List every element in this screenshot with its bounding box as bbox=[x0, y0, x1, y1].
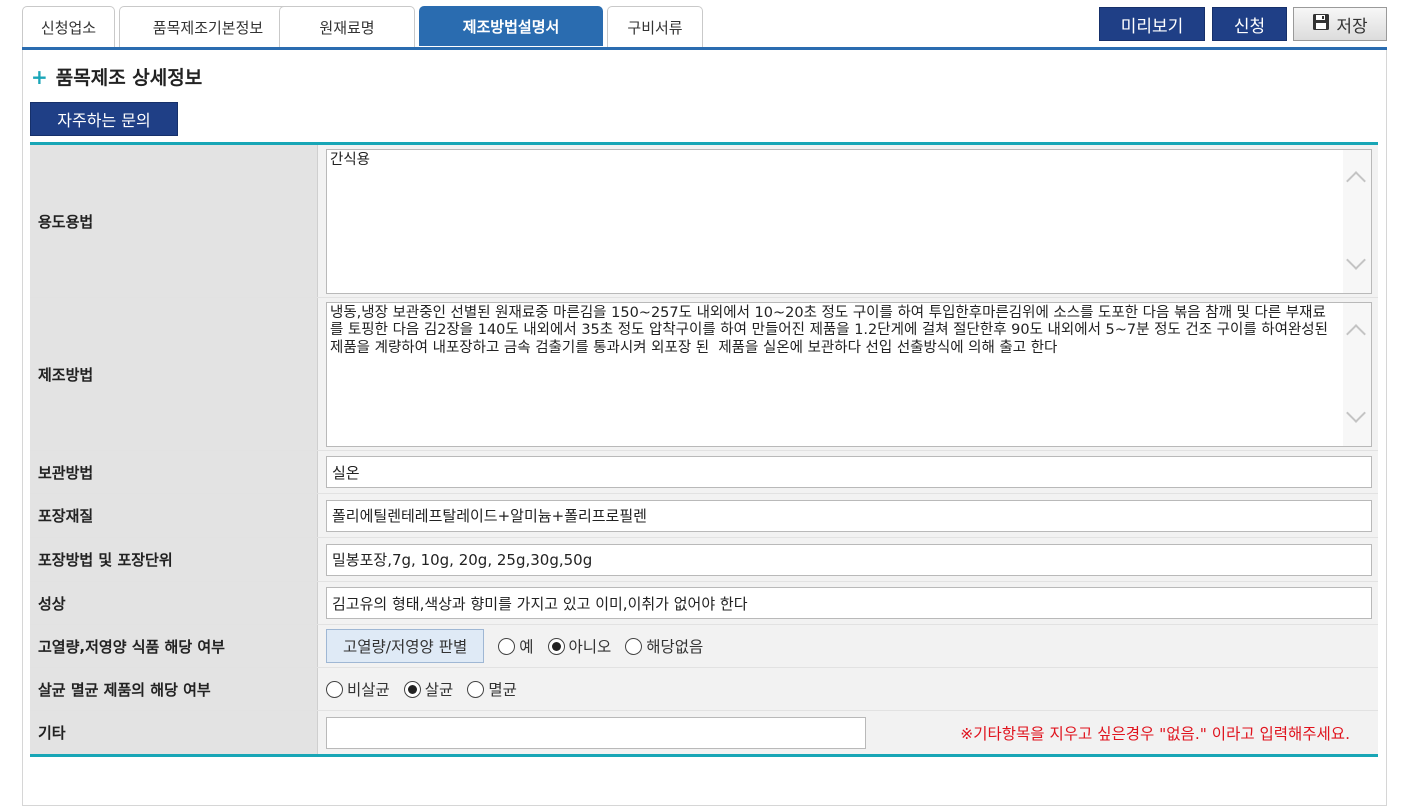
etc-cell: ※기타항목을 지우고 싶은경우 "없음." 이라고 입력해주세요. bbox=[318, 711, 1378, 754]
detail-form: 용도용법 간식용 제조방법 냉동,냉장 보관중인 선별된 원재료중 마른김을 1… bbox=[30, 142, 1378, 757]
method-text: 냉동,냉장 보관중인 선별된 원재료중 마른김을 150~257도 내외에서 1… bbox=[330, 304, 1333, 356]
floppy-disk-icon bbox=[1312, 13, 1330, 36]
apply-button[interactable]: 신청 bbox=[1212, 7, 1287, 41]
method-cell: 냉동,냉장 보관중인 선별된 원재료중 마른김을 150~257도 내외에서 1… bbox=[318, 298, 1378, 450]
radio-circle-icon[interactable] bbox=[467, 680, 485, 698]
usage-text: 간식용 bbox=[330, 151, 371, 168]
material-cell: 폴리에틸렌테레프탈레이드+알미늄+폴리프로필렌 bbox=[318, 494, 1378, 537]
packaging-cell: 밀봉포장,7g, 10g, 20g, 25g,30g,50g bbox=[318, 538, 1378, 581]
high-calorie-label: 고열량,저영양 식품 해당 여부 bbox=[30, 625, 318, 667]
row-sterilization: 살균 멸균 제품의 해당 여부 비살균 살균 멸균 bbox=[30, 668, 1378, 711]
radio-label: 살균 bbox=[424, 681, 454, 699]
faq-button[interactable]: 자주하는 문의 bbox=[30, 102, 178, 136]
scroll-up-icon[interactable] bbox=[1346, 323, 1366, 344]
row-storage: 보관방법 실온 bbox=[30, 451, 1378, 494]
radio-sterilized[interactable]: 살균 bbox=[403, 678, 454, 700]
tab-applicant-business[interactable]: 신청업소 bbox=[22, 6, 115, 48]
usage-label: 용도용법 bbox=[30, 145, 318, 297]
radio-label: 멸균 bbox=[488, 681, 517, 699]
section-title-text: 품목제조 상세정보 bbox=[55, 67, 203, 89]
radio-circle-icon[interactable] bbox=[498, 637, 516, 655]
row-usage: 용도용법 간식용 bbox=[30, 145, 1378, 298]
etc-label: 기타 bbox=[30, 711, 318, 754]
storage-cell: 실온 bbox=[318, 451, 1378, 493]
high-calorie-judge-button[interactable]: 고열량/저영양 판별 bbox=[326, 629, 485, 663]
material-input[interactable]: 폴리에틸렌테레프탈레이드+알미늄+폴리프로필렌 bbox=[326, 499, 1372, 532]
save-button[interactable]: 저장 bbox=[1293, 7, 1387, 41]
usage-textarea[interactable]: 간식용 bbox=[326, 148, 1372, 294]
etc-note: ※기타항목을 지우고 싶은경우 "없음." 이라고 입력해주세요. bbox=[960, 724, 1350, 743]
row-material: 포장재질 폴리에틸렌테레프탈레이드+알미늄+폴리프로필렌 bbox=[30, 494, 1378, 538]
method-scrollbar[interactable] bbox=[1343, 302, 1371, 446]
row-method: 제조방법 냉동,냉장 보관중인 선별된 원재료중 마른김을 150~257도 내… bbox=[30, 298, 1378, 451]
radio-high-calorie-no[interactable]: 아니오 bbox=[547, 635, 612, 657]
packaging-label: 포장방법 및 포장단위 bbox=[30, 538, 318, 581]
storage-input[interactable]: 실온 bbox=[326, 456, 1372, 488]
tab-manufacturing-method[interactable]: 제조방법설명서 bbox=[419, 6, 603, 46]
radio-label: 비살균 bbox=[347, 681, 390, 699]
radio-label: 해당없음 bbox=[646, 638, 704, 656]
scroll-up-icon[interactable] bbox=[1346, 170, 1366, 191]
high-calorie-cell: 고열량/저영양 판별 예 아니오 해당없음 bbox=[318, 625, 1378, 667]
usage-cell: 간식용 bbox=[318, 145, 1378, 297]
scroll-down-icon[interactable] bbox=[1346, 249, 1366, 270]
radio-aseptic[interactable]: 멸균 bbox=[467, 678, 517, 700]
radio-selected-icon[interactable] bbox=[547, 637, 565, 655]
sterilization-radio-group: 비살균 살균 멸균 bbox=[326, 678, 517, 700]
appearance-cell: 김고유의 형태,색상과 향미를 가지고 있고 이미,이취가 없어야 한다 bbox=[318, 582, 1378, 624]
sterilization-cell: 비살균 살균 멸균 bbox=[318, 668, 1378, 710]
radio-selected-icon[interactable] bbox=[403, 680, 421, 698]
row-appearance: 성상 김고유의 형태,색상과 향미를 가지고 있고 이미,이취가 없어야 한다 bbox=[30, 582, 1378, 625]
tab-raw-materials[interactable]: 원재료명 bbox=[279, 6, 415, 48]
row-packaging: 포장방법 및 포장단위 밀봉포장,7g, 10g, 20g, 25g,30g,5… bbox=[30, 538, 1378, 582]
save-label: 저장 bbox=[1336, 16, 1368, 37]
tab-product-basic-info[interactable]: 품목제조기본정보 bbox=[119, 6, 297, 48]
tab-required-documents[interactable]: 구비서류 bbox=[607, 6, 703, 48]
appearance-input[interactable]: 김고유의 형태,색상과 향미를 가지고 있고 이미,이취가 없어야 한다 bbox=[326, 587, 1372, 619]
section-title: + 품목제조 상세정보 bbox=[31, 63, 202, 90]
radio-high-calorie-na[interactable]: 해당없음 bbox=[625, 635, 703, 657]
radio-circle-icon[interactable] bbox=[326, 680, 343, 698]
usage-scrollbar[interactable] bbox=[1343, 149, 1371, 293]
method-textarea[interactable]: 냉동,냉장 보관중인 선별된 원재료중 마른김을 150~257도 내외에서 1… bbox=[326, 301, 1372, 447]
radio-circle-icon[interactable] bbox=[625, 637, 643, 655]
high-calorie-radio-group: 예 아니오 해당없음 bbox=[498, 635, 703, 657]
method-label: 제조방법 bbox=[30, 298, 318, 450]
radio-label: 아니오 bbox=[568, 638, 612, 656]
appearance-label: 성상 bbox=[30, 582, 318, 624]
scroll-down-icon[interactable] bbox=[1346, 402, 1366, 423]
plus-icon: + bbox=[31, 64, 48, 89]
row-high-calorie: 고열량,저영양 식품 해당 여부 고열량/저영양 판별 예 아니오 해당없음 bbox=[30, 625, 1378, 668]
radio-label: 예 bbox=[519, 638, 534, 656]
row-etc: 기타 ※기타항목을 지우고 싶은경우 "없음." 이라고 입력해주세요. bbox=[30, 711, 1378, 754]
packaging-input[interactable]: 밀봉포장,7g, 10g, 20g, 25g,30g,50g bbox=[326, 543, 1372, 576]
radio-non-sterilized[interactable]: 비살균 bbox=[326, 678, 390, 700]
radio-high-calorie-yes[interactable]: 예 bbox=[498, 635, 534, 657]
storage-label: 보관방법 bbox=[30, 451, 318, 493]
sterilization-label: 살균 멸균 제품의 해당 여부 bbox=[30, 668, 318, 710]
preview-button[interactable]: 미리보기 bbox=[1099, 7, 1205, 41]
material-label: 포장재질 bbox=[30, 494, 318, 537]
etc-input[interactable] bbox=[326, 716, 866, 749]
